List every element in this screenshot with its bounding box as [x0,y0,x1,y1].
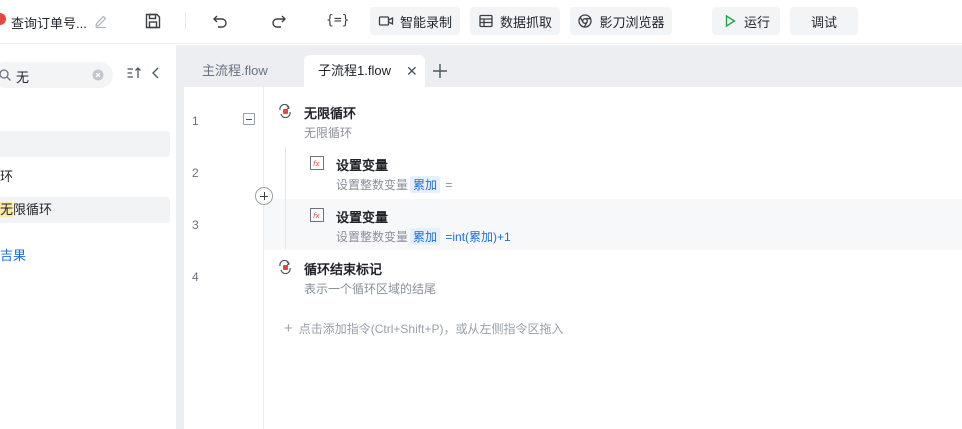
step-title: 设置变量 [336,158,389,173]
search-input[interactable]: 无 [16,67,29,86]
tab-subflow-1[interactable]: 子流程1.flow ✕ [304,55,425,87]
loop-icon [279,104,291,118]
browser-button[interactable]: 影刀浏览器 [570,7,672,35]
document-title[interactable]: 查询订单号... [11,13,87,32]
run-button[interactable]: 运行 [712,7,780,35]
play-icon [725,14,736,28]
add-instruction-hint[interactable]: + 点击添加指令(Ctrl+Shift+P)，或从左侧指令区拖入 [284,320,563,337]
step-set-variable[interactable]: fx 设置变量 设置整数变量 累加 =int(累加)+1 [310,207,610,245]
smart-record-button[interactable]: 智能录制 [370,7,460,35]
search-result-link[interactable]: 吉果 [0,243,170,269]
save-icon[interactable] [143,11,163,31]
step-loop-end[interactable]: 循环结束标记 表示一个循环区域的结尾 [278,259,578,296]
command-panel: 无 环 无限循环 吉果 [0,45,176,429]
tree-item-category[interactable] [0,131,170,157]
redo-icon[interactable] [269,11,289,31]
collapse-block-icon[interactable] [243,113,255,125]
plus-icon: + [284,320,293,337]
sort-icon[interactable] [126,65,142,81]
svg-text:fx: fx [313,212,320,220]
video-camera-icon [378,16,394,26]
step-infinite-loop[interactable]: 无限循环 无限循环 [278,103,578,140]
step-title: 无限循环 [304,106,357,121]
tree-item-label: 环 [0,169,14,184]
browser-label: 影刀浏览器 [599,14,665,30]
pencil-icon[interactable] [93,13,109,29]
search-box[interactable]: 无 [0,62,113,88]
variable-icon[interactable]: {=} [326,11,350,31]
variable-chip[interactable]: 累加 [410,228,441,245]
app-logo-icon [0,13,6,25]
gutter-divider [263,87,264,429]
variable-chip[interactable]: 累加 [410,176,441,193]
flow-editor: 1 2 3 4 无限循环 无限循环 fx 设置变量 设置整数变量 累加 = fx … [184,87,962,429]
browser-icon [578,14,593,28]
run-label: 运行 [743,14,770,30]
search-icon [0,69,11,81]
tree-item-loop-group[interactable]: 环 [0,164,170,190]
tree-item-label: 限循环 [13,202,53,217]
step-description: 表示一个循环区域的结尾 [304,282,437,296]
data-capture-label: 数据抓取 [499,14,552,30]
panel-splitter[interactable] [176,45,184,429]
step-description: 设置整数变量 累加 = [336,176,453,193]
undo-icon[interactable] [210,11,230,31]
tree-item-label: 吉果 [0,248,27,263]
top-toolbar: 查询订单号... {=} 智能录制 数据抓取 影刀浏览器 运行 调试 [0,0,962,44]
loop-block-guide [285,147,286,249]
step-description: 无限循环 [304,126,353,140]
step-title: 设置变量 [336,210,389,225]
debug-label: 调试 [810,14,837,30]
close-icon[interactable]: ✕ [406,55,418,87]
table-grid-icon [479,14,493,28]
fx-icon: fx [310,208,324,222]
line-number: 1 [192,114,199,128]
clear-circle-icon[interactable] [92,69,104,81]
insert-step-icon[interactable] [255,187,273,205]
step-title: 循环结束标记 [304,262,383,277]
step-set-variable[interactable]: fx 设置变量 设置整数变量 累加 = [310,155,610,193]
add-tab-icon[interactable] [431,62,449,80]
debug-button[interactable]: 调试 [790,7,858,35]
line-number: 3 [192,218,199,232]
add-hint-text: 点击添加指令(Ctrl+Shift+P)，或从左侧指令区拖入 [298,322,564,336]
loop-end-icon [279,260,291,274]
toolbar-divider [185,12,186,30]
tab-bar: 主流程.flow 子流程1.flow ✕ [184,45,962,87]
fx-icon: fx [310,156,324,170]
step-description: 设置整数变量 累加 =int(累加)+1 [336,228,511,245]
chevron-left-icon[interactable] [149,65,163,81]
tab-label: 子流程1.flow [318,63,391,78]
tab-label: 主流程.flow [202,63,268,78]
line-number: 2 [192,166,199,180]
tree-item-infinite-loop[interactable]: 无限循环 [0,197,170,223]
smart-record-label: 智能录制 [399,14,452,30]
line-number: 4 [192,270,199,284]
expression: =int(累加)+1 [445,230,511,244]
data-capture-button[interactable]: 数据抓取 [470,7,560,35]
tab-main-flow[interactable]: 主流程.flow [202,55,268,87]
svg-text:fx: fx [313,160,320,168]
search-match-highlight: 无 [0,202,14,217]
